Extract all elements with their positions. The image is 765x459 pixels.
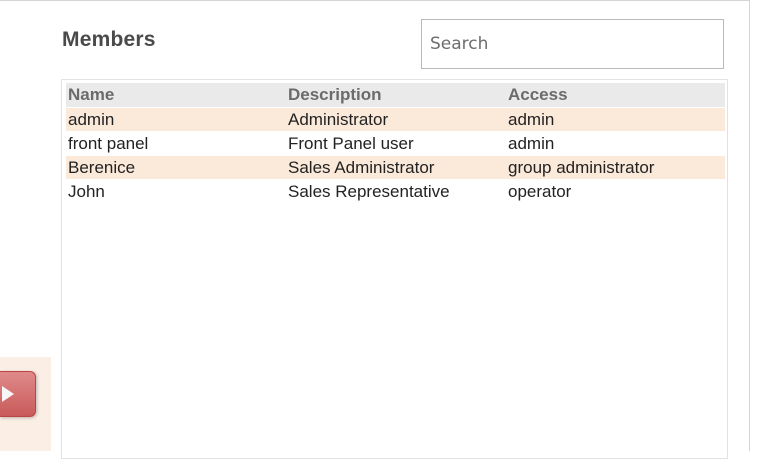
table-row[interactable]: front panel Front Panel user admin — [66, 132, 725, 155]
page-title: Members — [62, 28, 156, 51]
members-table: Name Description Access admin Administra… — [61, 79, 728, 459]
cell-access: admin — [508, 109, 555, 129]
table-header-row: Name Description Access — [66, 83, 725, 107]
cell-description: Sales Representative — [288, 181, 450, 201]
cell-access: operator — [508, 181, 572, 201]
cell-description: Sales Administrator — [288, 157, 435, 177]
column-header-access[interactable]: Access — [506, 85, 725, 105]
cell-name: front panel — [68, 133, 149, 153]
column-header-name[interactable]: Name — [66, 85, 286, 105]
members-grid: Name Description Access admin Administra… — [66, 83, 725, 204]
table-row[interactable]: admin Administrator admin — [66, 108, 725, 131]
cell-description: Front Panel user — [288, 133, 414, 153]
search-input[interactable] — [421, 19, 724, 69]
members-panel: Members Name Description Access admin Ad… — [0, 0, 750, 459]
cell-name: John — [68, 181, 105, 201]
cell-name: admin — [68, 109, 115, 129]
cell-access: group administrator — [508, 157, 655, 177]
table-row[interactable]: John Sales Representative operator — [66, 180, 725, 203]
table-row[interactable]: Berenice Sales Administrator group admin… — [66, 156, 725, 179]
cell-description: Administrator — [288, 109, 389, 129]
column-header-description[interactable]: Description — [286, 85, 506, 105]
cell-access: admin — [508, 133, 555, 153]
cell-name: Berenice — [68, 157, 136, 177]
play-triangle-icon — [2, 386, 14, 402]
expand-panel-button[interactable] — [0, 371, 36, 417]
